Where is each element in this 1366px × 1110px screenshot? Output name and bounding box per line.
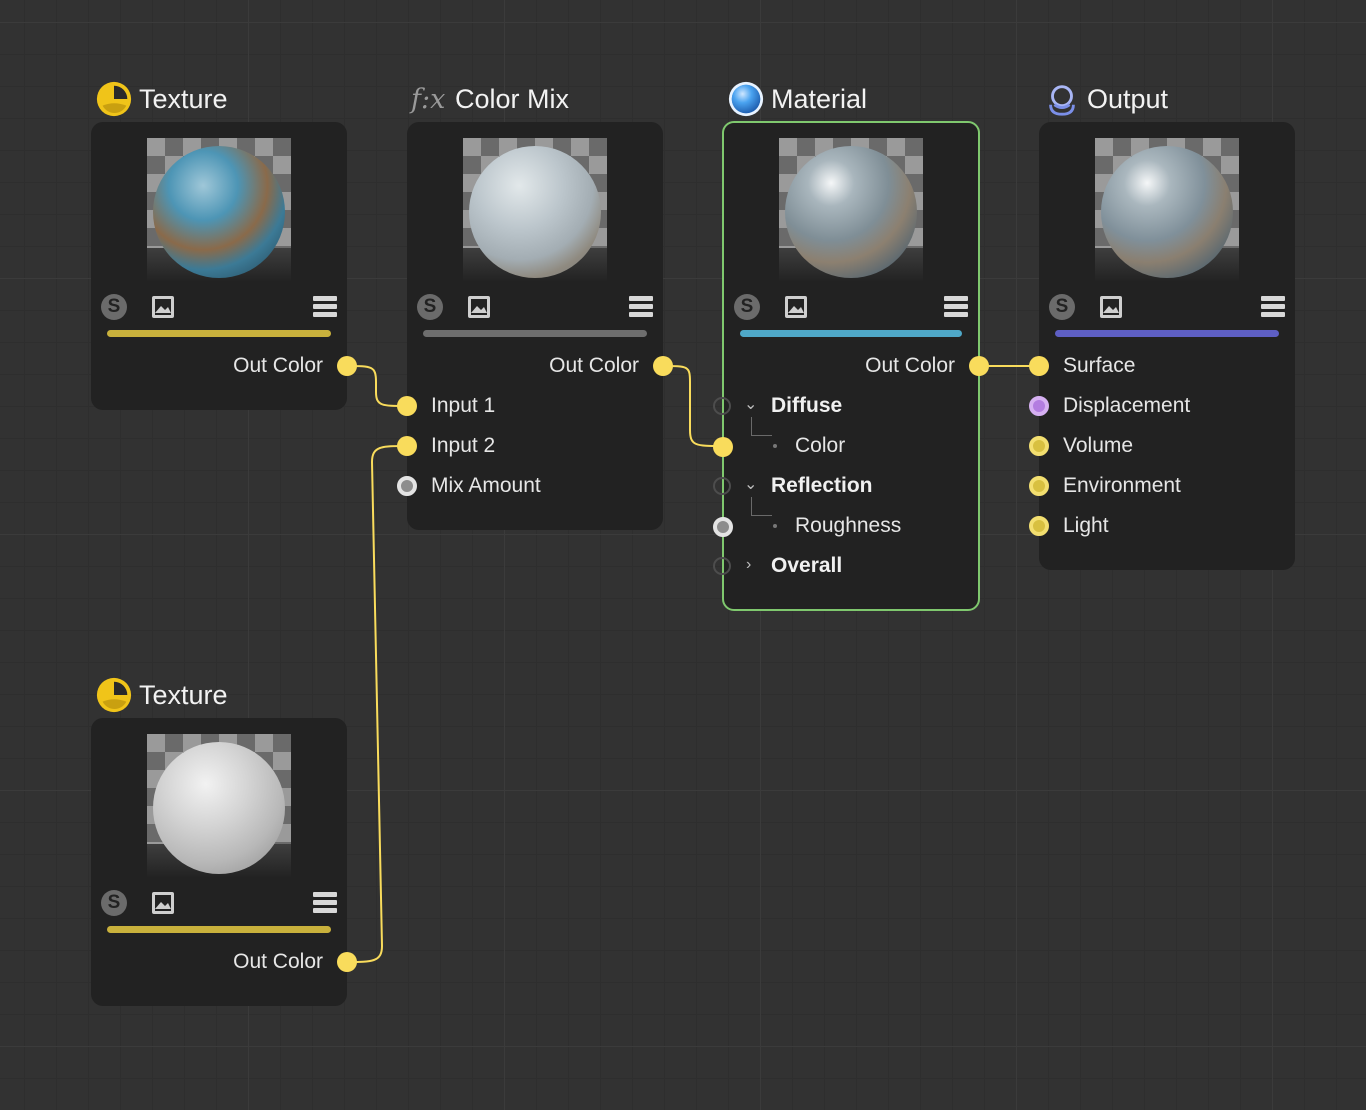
- texture1-toolbar: S: [101, 294, 337, 320]
- colormix-preview: [463, 138, 607, 282]
- texture1-preview: [147, 138, 291, 282]
- node-title: Texture: [139, 83, 228, 114]
- menu-icon[interactable]: [629, 295, 653, 319]
- roughness-label: Roughness: [795, 514, 902, 537]
- menu-icon[interactable]: [313, 295, 337, 319]
- image-icon[interactable]: [1099, 295, 1123, 319]
- image-icon[interactable]: [467, 295, 491, 319]
- diffuse-port[interactable]: [713, 397, 731, 415]
- function-fx-icon: f:x: [411, 83, 446, 115]
- input1-label: Input 1: [431, 394, 496, 417]
- colormix-node[interactable]: S Out Color Input 1 Input 2 Mix Amount: [397, 122, 673, 530]
- texture2-colorbar: [107, 926, 331, 933]
- chevron-right-icon[interactable]: ›: [746, 555, 751, 575]
- colormix-out-port[interactable]: [653, 356, 673, 376]
- colormix-toolbar: S: [417, 294, 653, 320]
- solo-icon[interactable]: S: [417, 294, 443, 320]
- tree-connector: [751, 417, 772, 436]
- roughness-port[interactable]: [713, 517, 733, 537]
- texture2-header[interactable]: Texture: [95, 675, 228, 715]
- chevron-down-icon[interactable]: ⌄: [744, 475, 757, 495]
- output-toolbar: S: [1049, 294, 1285, 320]
- output-preview: [1095, 138, 1239, 282]
- wire-texture2-to-input2: [346, 445, 407, 963]
- input2-label: Input 2: [431, 434, 496, 457]
- node-title: Output: [1087, 83, 1169, 114]
- colormix-header[interactable]: f:x Color Mix: [411, 79, 569, 119]
- texture1-colorbar: [107, 330, 331, 337]
- light-label: Light: [1063, 514, 1109, 537]
- mix-amount-port[interactable]: [397, 476, 417, 496]
- menu-icon[interactable]: [944, 295, 968, 319]
- solo-icon[interactable]: S: [734, 294, 760, 320]
- texture2-toolbar: S: [101, 890, 337, 916]
- reflection-port[interactable]: [713, 477, 731, 495]
- volume-port[interactable]: [1029, 436, 1049, 456]
- reflection-label[interactable]: Reflection: [771, 474, 873, 498]
- node-title: Material: [771, 83, 868, 114]
- node-title: Texture: [139, 679, 228, 710]
- output-colorbar: [1055, 330, 1279, 337]
- texture2-out-port[interactable]: [337, 952, 357, 972]
- material-toolbar: S: [734, 294, 968, 320]
- chevron-down-icon[interactable]: ⌄: [744, 395, 757, 415]
- image-icon[interactable]: [151, 295, 175, 319]
- tree-dot: [773, 524, 777, 528]
- output-icon: [1049, 85, 1075, 116]
- tree-dot: [773, 444, 777, 448]
- surface-port[interactable]: [1029, 356, 1049, 376]
- out-color-label: Out Color: [865, 354, 955, 377]
- menu-icon[interactable]: [313, 891, 337, 915]
- texture1-node[interactable]: S Out Color: [91, 122, 357, 410]
- texture-icon: [96, 677, 132, 713]
- texture1-header[interactable]: Texture: [95, 79, 228, 119]
- tree-connector: [751, 497, 772, 516]
- material-preview: [779, 138, 923, 282]
- wire-texture1-to-input1: [346, 365, 407, 407]
- output-header[interactable]: Output: [1043, 79, 1168, 119]
- overall-port[interactable]: [713, 557, 731, 575]
- solo-icon[interactable]: S: [101, 890, 127, 916]
- diffuse-color-label: Color: [795, 434, 846, 457]
- solo-icon[interactable]: S: [1049, 294, 1075, 320]
- material-colorbar: [740, 330, 962, 337]
- texture2-node[interactable]: S Out Color: [91, 718, 357, 1006]
- colormix-colorbar: [423, 330, 647, 337]
- menu-icon[interactable]: [1261, 295, 1285, 319]
- displacement-port[interactable]: [1029, 396, 1049, 416]
- light-port[interactable]: [1029, 516, 1049, 536]
- volume-label: Volume: [1063, 434, 1134, 457]
- out-color-label: Out Color: [233, 950, 323, 973]
- output-node[interactable]: S Surface Displacement Volume Environmen…: [1029, 122, 1295, 570]
- texture2-preview: [147, 734, 291, 878]
- displacement-label: Displacement: [1063, 394, 1191, 417]
- input1-port[interactable]: [397, 396, 417, 416]
- material-header[interactable]: Material: [727, 79, 867, 119]
- image-icon[interactable]: [151, 891, 175, 915]
- out-color-label: Out Color: [233, 354, 323, 377]
- material-out-port[interactable]: [969, 356, 989, 376]
- material-node[interactable]: S Out Color ⌄ Diffuse Color ⌄ Reflection…: [713, 121, 989, 611]
- node-title: Color Mix: [455, 83, 570, 114]
- surface-label: Surface: [1063, 354, 1136, 377]
- environment-port[interactable]: [1029, 476, 1049, 496]
- out-color-label: Out Color: [549, 354, 639, 377]
- diffuse-label[interactable]: Diffuse: [771, 394, 842, 418]
- diffuse-color-port[interactable]: [713, 437, 733, 457]
- environment-label: Environment: [1063, 474, 1181, 497]
- mix-amount-label: Mix Amount: [431, 474, 541, 497]
- material-sphere-icon: [728, 81, 764, 117]
- texture1-out-port[interactable]: [337, 356, 357, 376]
- image-icon[interactable]: [784, 295, 808, 319]
- solo-icon[interactable]: S: [101, 294, 127, 320]
- texture-icon: [96, 81, 132, 117]
- overall-label[interactable]: Overall: [771, 554, 842, 578]
- input2-port[interactable]: [397, 436, 417, 456]
